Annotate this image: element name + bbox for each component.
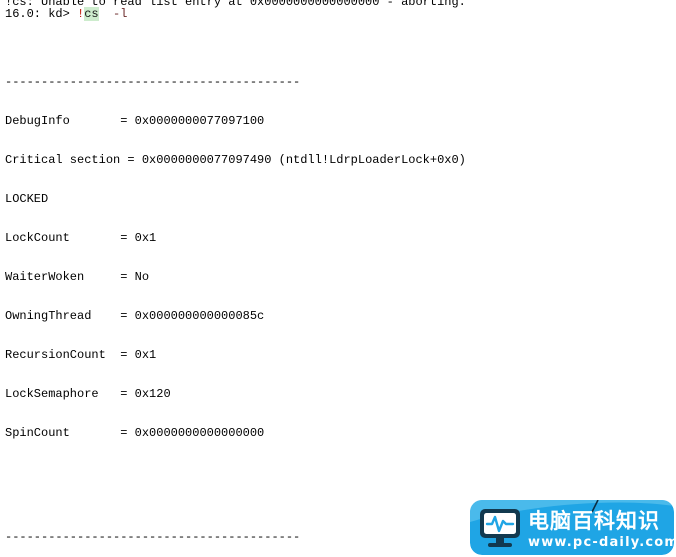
value-debug-info: 0x0000000077097100 bbox=[134, 114, 265, 128]
command-prompt-line[interactable]: 16.0: kd> !cs -l bbox=[5, 7, 128, 21]
label-lock-count: LockCount bbox=[5, 231, 70, 245]
pad bbox=[70, 231, 120, 245]
pad bbox=[70, 114, 120, 128]
pad bbox=[99, 387, 121, 401]
pad bbox=[127, 114, 134, 128]
pad bbox=[127, 426, 134, 440]
pad bbox=[127, 270, 134, 284]
pad bbox=[70, 426, 120, 440]
value-recursion-count: 0x1 bbox=[134, 348, 157, 362]
prompt-spacer bbox=[99, 7, 113, 21]
pad bbox=[127, 387, 134, 401]
windbg-command-window[interactable]: !cs: Unable to read list entry at 0x0000… bbox=[0, 0, 676, 557]
equals-sign: = bbox=[127, 153, 135, 167]
command-token[interactable]: cs bbox=[84, 7, 99, 21]
value-waiter-woken: No bbox=[134, 270, 150, 284]
pad bbox=[127, 231, 134, 245]
value-critical-section: 0x0000000077097490 bbox=[141, 153, 272, 167]
row-locked: LOCKED bbox=[5, 193, 675, 206]
command-output-body: ----------------------------------------… bbox=[5, 24, 675, 557]
value-lock-count: 0x1 bbox=[134, 231, 157, 245]
value-spin-count: 0x0000000000000000 bbox=[134, 426, 265, 440]
row-lock-semaphore: LockSemaphore = 0x120 bbox=[5, 388, 675, 401]
pad bbox=[127, 309, 134, 323]
row-critical-section: Critical section = 0x0000000077097490 (n… bbox=[5, 154, 675, 167]
label-recursion-count: RecursionCount bbox=[5, 348, 106, 362]
value-owning-thread: 0x000000000000085c bbox=[134, 309, 265, 323]
pad bbox=[127, 348, 134, 362]
label-waiter-woken: WaiterWoken bbox=[5, 270, 85, 284]
pad bbox=[135, 153, 142, 167]
label-debug-info: DebugInfo bbox=[5, 114, 70, 128]
row-debug-info: DebugInfo = 0x0000000077097100 bbox=[5, 115, 675, 128]
pad bbox=[84, 270, 120, 284]
pad bbox=[91, 309, 120, 323]
symbol-annotation: (ntdll!LdrpLoaderLock+0x0) bbox=[278, 153, 466, 167]
label-spin-count: SpinCount bbox=[5, 426, 70, 440]
value-lock-semaphore: 0x120 bbox=[134, 387, 171, 401]
separator-text: ----------------------------------------… bbox=[5, 530, 301, 544]
row-lock-count: LockCount = 0x1 bbox=[5, 232, 675, 245]
row-recursion-count: RecursionCount = 0x1 bbox=[5, 349, 675, 362]
status-badge-locked: LOCKED bbox=[5, 192, 49, 206]
label-owning-thread: OwningThread bbox=[5, 309, 92, 323]
row-owning-thread: OwningThread = 0x000000000000085c bbox=[5, 310, 675, 323]
pad bbox=[271, 153, 278, 167]
separator-line: ----------------------------------------… bbox=[5, 531, 675, 544]
separator-line: ----------------------------------------… bbox=[5, 76, 675, 89]
label-lock-semaphore: LockSemaphore bbox=[5, 387, 99, 401]
command-flag: -l bbox=[113, 7, 128, 21]
row-waiter-woken: WaiterWoken = No bbox=[5, 271, 675, 284]
row-spin-count: SpinCount = 0x0000000000000000 bbox=[5, 427, 675, 440]
separator-text: ----------------------------------------… bbox=[5, 75, 301, 89]
prompt-prefix: 16.0: kd> bbox=[5, 7, 78, 21]
label-critical-section: Critical section bbox=[5, 153, 121, 167]
pad bbox=[106, 348, 120, 362]
